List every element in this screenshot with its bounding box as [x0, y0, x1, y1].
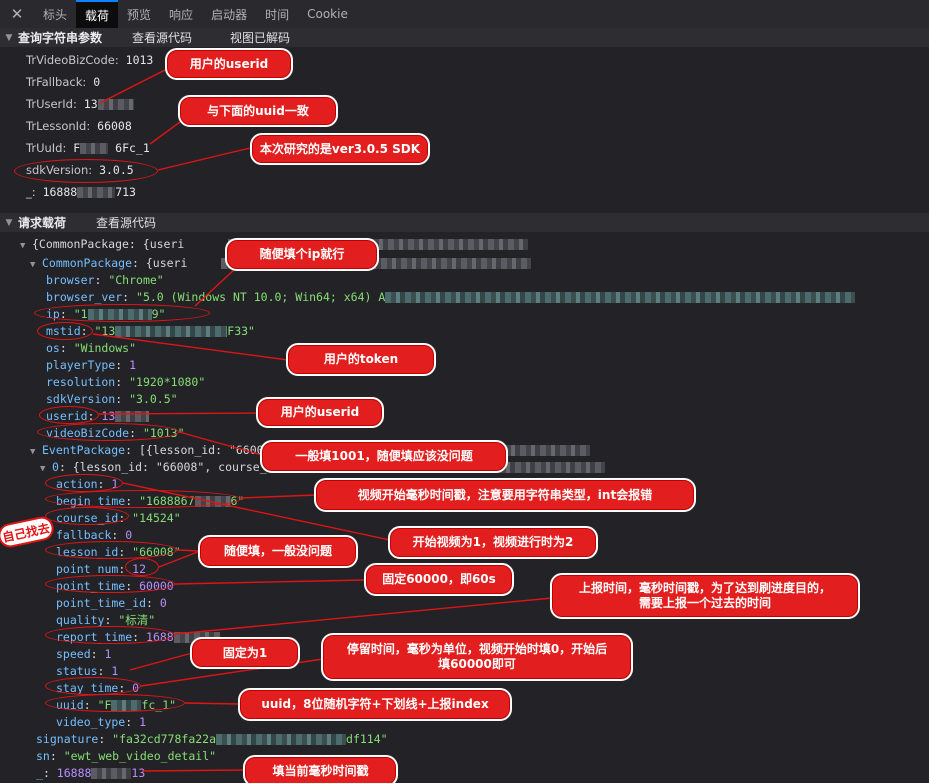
annotation-bubble: uuid，8位随机字符+下划线+上报index	[238, 688, 512, 721]
highlight-ellipse	[34, 304, 210, 322]
tree-row: point_time_id: 0	[56, 596, 167, 610]
tree-row: speed: 1	[56, 647, 112, 661]
redacted-value	[80, 143, 109, 154]
highlight-ellipse	[45, 474, 123, 492]
tab-cookies[interactable]: Cookie	[298, 0, 357, 28]
highlight-ellipse	[45, 626, 175, 644]
tree-row: video_type: 1	[56, 715, 147, 729]
annotation-bubble: 停留时间，毫秒为单位，视频开始时填0，开始后 填60000即可	[321, 633, 633, 681]
highlight-ellipse	[45, 677, 141, 695]
highlight-ellipse	[45, 541, 177, 559]
query-param-row: TrVideoBizCode: 1013	[26, 53, 154, 67]
query-param-row: TrUserId: 13	[26, 96, 134, 113]
annotation-bubble: 用户的userid	[165, 48, 293, 80]
tree-row: os: "Windows"	[46, 341, 137, 355]
annotation-bubble: 固定60000，即60s	[364, 563, 514, 596]
redacted-value	[216, 734, 347, 745]
payload-section-header[interactable]: ▼ 请求载荷 查看源代码	[0, 213, 929, 232]
tab-response[interactable]: 响应	[160, 0, 202, 28]
view-source-link[interactable]: 查看源代码	[132, 29, 192, 46]
annotation-bubble: 本次研究的是ver3.0.5 SDK	[250, 133, 430, 165]
annotation-bubble: 开始视频为1，视频进行时为2	[388, 526, 598, 559]
annotation-bubble: 随便填个ip就行	[225, 238, 379, 271]
annotation-bubble: 固定为1	[190, 637, 300, 669]
query-section-header[interactable]: ▼ 查询字符串参数 查看源代码 视图已解码	[0, 28, 929, 47]
query-param-row: TrFallback: 0	[26, 75, 101, 89]
expand-arrow-icon[interactable]: ▼	[40, 461, 52, 478]
highlight-ellipse	[45, 694, 185, 712]
tree-row: resolution: "1920*1080"	[46, 375, 206, 389]
tab-timings[interactable]: 时间	[256, 0, 298, 28]
annotation-bubble: 用户的userid	[256, 397, 384, 428]
tab-preview[interactable]: 预览	[118, 0, 160, 28]
tree-row: sn: "ewt_web_video_detail"	[36, 749, 217, 763]
tree-row: _: 16888 13	[36, 766, 146, 780]
tab-initiator[interactable]: 启动器	[202, 0, 256, 28]
annotation-bubble: 与下面的uuid一致	[178, 95, 338, 127]
section-title: 查询字符串参数	[18, 31, 103, 45]
collapse-arrow-icon[interactable]: ▼	[0, 33, 18, 43]
highlight-ellipse	[37, 322, 93, 340]
devtools-tabbar: ✕ 标头 载荷 预览 响应 启动器 时间 Cookie	[0, 0, 929, 29]
redacted-value	[91, 768, 132, 779]
annotation-bubble: 视频开始毫秒时间戳，注意要用字符串类型，int会报错	[314, 478, 696, 512]
tree-row: browser_ver: "5.0 (Windows NT 10.0; Win6…	[46, 289, 856, 306]
query-param-row: TrLessonId: 66008	[26, 119, 132, 133]
redacted-value	[385, 292, 856, 303]
query-param-row: TrUuId: F 6Fc_1	[26, 141, 150, 155]
redacted-value	[115, 411, 150, 422]
tab-headers[interactable]: 标头	[34, 0, 76, 28]
highlight-ellipse	[45, 575, 175, 593]
redacted-value	[77, 187, 116, 198]
annotation-bubble: 填当前毫秒时间戳	[243, 755, 398, 783]
expand-arrow-icon[interactable]: ▼	[30, 257, 42, 274]
annotation-bubble: 用户的token	[286, 343, 436, 376]
highlight-ellipse	[45, 507, 129, 525]
annotation-bubble: 上报时间，毫秒时间戳，为了达到刷进度目的， 需要上报一个过去的时间	[550, 573, 860, 619]
side-note: 自己找去	[0, 514, 56, 550]
highlight-ellipse	[37, 423, 179, 441]
highlight-ellipse	[39, 406, 99, 424]
redacted-value	[97, 99, 134, 110]
tree-row: playerType: 1	[46, 358, 137, 372]
tree-row: browser: "Chrome"	[46, 273, 164, 287]
tab-payload[interactable]: 载荷	[76, 0, 119, 28]
highlight-ellipse	[125, 558, 159, 576]
view-source-link[interactable]: 查看源代码	[96, 214, 156, 231]
highlight-ellipse	[14, 159, 158, 183]
annotation-bubble: 一般填1001，随便填应该没问题	[260, 440, 508, 473]
collapse-arrow-icon[interactable]: ▼	[0, 218, 18, 228]
redacted-value	[115, 326, 228, 337]
annotation-bubble: 随便填，一般没问题	[198, 535, 358, 568]
view-decoded-link[interactable]: 视图已解码	[230, 29, 290, 46]
section-title: 请求载荷	[18, 216, 67, 230]
close-icon[interactable]: ✕	[0, 0, 34, 28]
tree-row: signature: "fa32cd778fa22a df114"	[36, 732, 388, 746]
highlight-ellipse	[45, 490, 241, 508]
expand-arrow-icon[interactable]: ▼	[20, 238, 32, 255]
query-param-row: _: 16888 713	[26, 185, 136, 199]
